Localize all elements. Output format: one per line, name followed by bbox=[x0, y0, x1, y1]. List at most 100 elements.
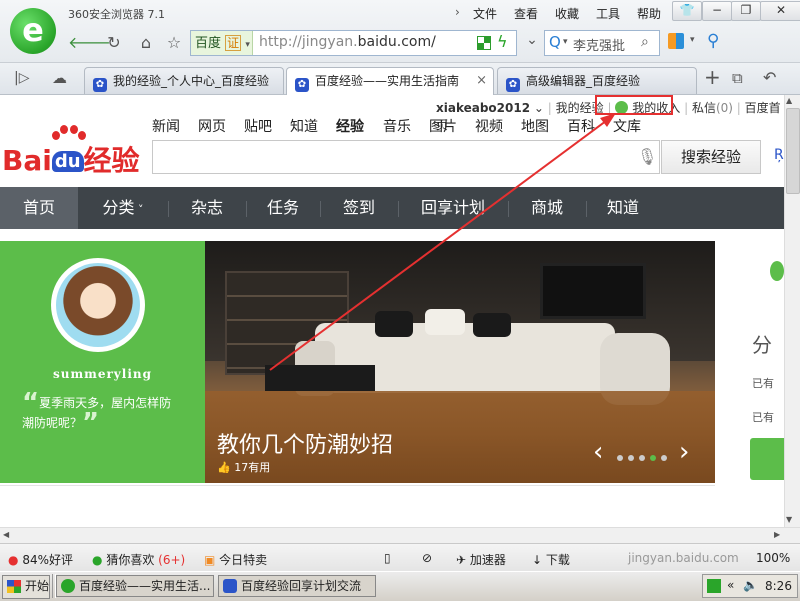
clean-icon[interactable]: ⊘ bbox=[422, 551, 432, 565]
nav-web[interactable]: 网页 bbox=[198, 116, 226, 136]
chevron-down-icon[interactable]: ⌄ bbox=[534, 101, 544, 115]
magnifier-icon[interactable]: ⚲ bbox=[707, 31, 719, 51]
horizontal-scrollbar[interactable]: ◀ ▶ bbox=[0, 527, 800, 544]
volume-icon[interactable]: 🔈 bbox=[743, 578, 758, 592]
address-bar[interactable]: 百度 证 ▾ http://jingyan.baidu.com/ ϟ bbox=[190, 30, 517, 56]
nav-tieba[interactable]: 贴吧 bbox=[244, 116, 272, 136]
tray-app-icon[interactable] bbox=[707, 579, 721, 593]
apps-icon[interactable] bbox=[668, 33, 684, 49]
nav-video[interactable]: 视频 bbox=[475, 116, 503, 136]
nav-map[interactable]: 地图 bbox=[521, 116, 549, 136]
menu-favorites[interactable]: 收藏 bbox=[555, 5, 579, 22]
banner-likes: 👍 17有用 bbox=[217, 461, 271, 474]
nav-news[interactable]: 新闻 bbox=[152, 116, 180, 136]
nav-zhidao[interactable]: 知道 bbox=[290, 116, 318, 136]
cat-checkin[interactable]: 签到 bbox=[320, 187, 398, 229]
cat-tasks[interactable]: 任务 bbox=[246, 187, 320, 229]
close-tab-icon[interactable]: × bbox=[476, 68, 487, 94]
sidebar-toggle-icon[interactable]: |▷ bbox=[14, 70, 29, 86]
baidu-paw-icon: ✿ bbox=[506, 78, 520, 92]
minimize-button[interactable]: − bbox=[702, 1, 732, 21]
status-bar: ● 84%好评 ● 猜你喜欢 (6+) ▣ 今日特卖 ▯ ⊘ ✈ 加速器 ↓ 下… bbox=[0, 543, 800, 572]
cat-mall[interactable]: 商城 bbox=[508, 187, 586, 229]
undo-close-icon[interactable]: ↶ bbox=[763, 68, 776, 87]
avatar[interactable] bbox=[51, 258, 145, 352]
panel-text-1: 已有 bbox=[752, 377, 774, 390]
panel-label: 分 bbox=[752, 333, 772, 357]
prev-slide-icon[interactable]: ‹ bbox=[593, 437, 603, 467]
microphone-icon[interactable]: 🎙 bbox=[637, 147, 657, 166]
phone-icon[interactable]: ▯ bbox=[384, 551, 391, 565]
task-browser[interactable]: 百度经验——实用生活... bbox=[56, 575, 214, 597]
nav-baike[interactable]: 百科 bbox=[567, 116, 595, 136]
cat-magazine[interactable]: 杂志 bbox=[168, 187, 246, 229]
search-input[interactable]: 李克强批 bbox=[573, 35, 625, 54]
slide-dots[interactable] bbox=[617, 450, 667, 464]
new-tab-icon[interactable]: + bbox=[704, 65, 721, 89]
lightning-icon[interactable]: ϟ bbox=[497, 32, 508, 51]
security-badge[interactable]: 百度 证 ▾ bbox=[191, 31, 253, 55]
search-button[interactable]: 搜索经验 bbox=[661, 140, 761, 174]
cat-share-plan[interactable]: 回享计划 bbox=[398, 187, 508, 229]
search-engine-icon[interactable]: Q bbox=[549, 33, 561, 51]
username-link[interactable]: xiakeabo2012 bbox=[436, 101, 530, 115]
banner-photo[interactable]: 教你几个防潮妙招 👍 17有用 ‹ › bbox=[205, 241, 715, 483]
edge-text: Ŗ bbox=[774, 147, 784, 163]
start-button[interactable]: 开始 bbox=[2, 575, 50, 599]
home-icon[interactable]: ⌂ bbox=[134, 31, 158, 55]
banner-title[interactable]: 教你几个防潮妙招 bbox=[217, 427, 393, 459]
tray-expand-icon[interactable]: « bbox=[727, 578, 734, 592]
cloud-icon[interactable]: ☁ bbox=[52, 69, 67, 87]
qr-code-icon[interactable] bbox=[477, 36, 491, 50]
menu-view[interactable]: 查看 bbox=[514, 5, 538, 22]
scroll-up-icon[interactable]: ▲ bbox=[786, 96, 792, 105]
chevron-right-icon: › bbox=[455, 5, 460, 19]
skin-button[interactable]: 👕 bbox=[672, 1, 702, 21]
nav-images[interactable]: 图片 bbox=[429, 116, 457, 136]
chevron-down-icon: ˅ bbox=[134, 203, 144, 216]
cat-categories[interactable]: 分类 ˅ bbox=[78, 187, 168, 229]
search-box[interactable]: Q ▾ 李克强批 ⌕ bbox=[544, 30, 660, 56]
scroll-down-icon[interactable]: ▼ bbox=[786, 515, 792, 524]
deals-item[interactable]: ▣ 今日特卖 bbox=[204, 551, 267, 568]
panel-text-2: 已有 bbox=[752, 411, 774, 424]
accelerator-item[interactable]: ✈ 加速器 bbox=[456, 551, 506, 568]
guess-item[interactable]: ● 猜你喜欢 (6+) bbox=[92, 551, 185, 568]
messages-link[interactable]: 私信 bbox=[692, 101, 716, 115]
leaf-icon bbox=[770, 261, 784, 281]
url-text[interactable]: http://jingyan.baidu.com/ bbox=[259, 34, 436, 50]
search-icon[interactable]: ⌕ bbox=[641, 34, 649, 50]
chevron-down-icon[interactable]: ▾ bbox=[690, 35, 695, 45]
tab-baidu-jingyan[interactable]: ✿ 百度经验——实用生活指南 × bbox=[286, 67, 494, 95]
refresh-icon[interactable]: ↻ bbox=[102, 31, 126, 55]
cat-home[interactable]: 首页 bbox=[0, 187, 78, 229]
nav-music[interactable]: 音乐 bbox=[383, 116, 411, 136]
close-button[interactable]: ✕ bbox=[760, 1, 800, 21]
nav-jingyan[interactable]: 经验 bbox=[336, 116, 364, 136]
menu-help[interactable]: 帮助 bbox=[637, 5, 661, 22]
scrollbar-thumb[interactable] bbox=[786, 108, 800, 194]
tab-my-experience[interactable]: ✿ 我的经验_个人中心_百度经验 bbox=[84, 67, 284, 94]
tab-advanced-editor[interactable]: ✿ 高级编辑器_百度经验 bbox=[497, 67, 697, 94]
tab-list-icon[interactable]: ⧉ bbox=[732, 69, 743, 87]
baidu-jingyan-logo[interactable]: Bai du 经验 bbox=[2, 139, 140, 179]
windows-icon bbox=[7, 580, 21, 593]
author-name[interactable]: summeryling bbox=[0, 367, 205, 381]
back-icon[interactable]: 🡐 bbox=[68, 31, 111, 55]
menu-file[interactable]: 文件 bbox=[473, 5, 497, 22]
rating-item[interactable]: ● 84%好评 bbox=[8, 551, 73, 568]
star-icon[interactable]: ☆ bbox=[162, 31, 186, 55]
nav-wenku[interactable]: 文库 bbox=[613, 116, 641, 136]
menu-tools[interactable]: 工具 bbox=[596, 5, 620, 22]
download-item[interactable]: ↓ 下载 bbox=[532, 551, 570, 568]
cat-zhidao[interactable]: 知道 bbox=[586, 187, 660, 229]
next-slide-icon[interactable]: › bbox=[679, 437, 689, 467]
browser-logo-icon: e bbox=[10, 8, 56, 54]
task-share-plan[interactable]: 百度经验回享计划交流 bbox=[218, 575, 376, 597]
download-icon: ↓ bbox=[532, 553, 543, 567]
panel-button[interactable] bbox=[750, 438, 784, 480]
zoom-level[interactable]: 100% bbox=[756, 551, 790, 565]
chevron-down-icon[interactable]: ⌄ bbox=[520, 32, 544, 48]
maximize-button[interactable]: ❐ bbox=[731, 1, 761, 21]
search-input[interactable]: 🎙 bbox=[152, 140, 660, 174]
